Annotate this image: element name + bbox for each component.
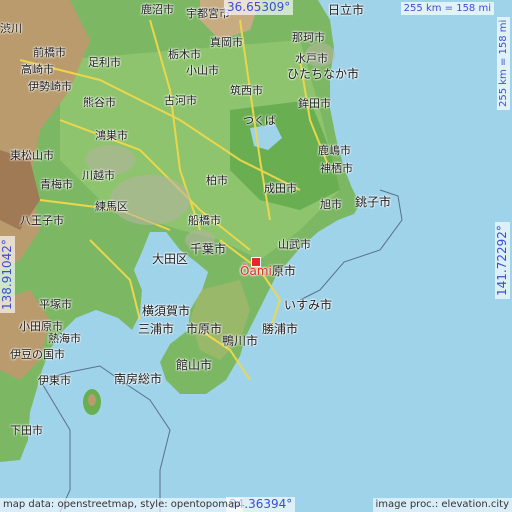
place-label-moka: 真岡市 [210,36,243,49]
place-label-kamogawa: 鴨川市 [222,334,259,348]
place-label-kashima: 鹿嶋市 [318,144,351,157]
place-label-choshi: 銚子市 [355,195,392,209]
highlight-suffix: 原市 [271,264,296,278]
place-label-mito: 水戸市 [295,52,328,65]
attribution-left: map data: openstreetmap, style: opentopo… [0,498,244,512]
place-label-minamiboso: 南房総市 [114,372,163,386]
place-label-miura: 三浦市 [138,322,175,336]
place-label-ashikaga: 足利市 [88,56,121,69]
place-label-naka: 那珂市 [292,31,325,44]
place-label-ichihara: 市原市 [186,322,223,336]
place-label-shimoda: 下田市 [10,424,43,437]
place-label-atami: 熱海市 [48,332,81,345]
place-label-hokota: 鉾田市 [298,97,331,110]
place-label-hitachinaka: ひたちなか市 [287,67,360,81]
place-label-ota: 大田区 [152,252,189,266]
place-label-tochigi: 栃木市 [168,48,201,61]
place-label-hitachi: 日立市 [328,3,365,17]
place-label-kanuma: 鹿沼市 [141,3,174,16]
coord-left: 138.91042° [0,236,15,313]
place-label-tateyama: 館山市 [176,358,213,372]
terrain-map [0,0,512,512]
place-label-hiratsuka: 平塚市 [39,298,72,311]
place-label-sanmu: 山武市 [278,238,311,251]
place-label-isesaki: 伊勢崎市 [28,80,72,93]
place-label-shibukawa: 渋川 [0,22,22,35]
place-label-maebashi: 前橋市 [33,46,66,59]
place-label-takasaki: 高崎市 [21,63,54,76]
place-label-narita: 成田市 [264,182,297,195]
coord-right: 141.72292° [495,222,510,299]
place-label-yokosuka: 横須賀市 [142,304,191,318]
place-label-kawagoe: 川越市 [82,169,115,182]
map-view[interactable]: 鹿沼市 宇都宮市 日立市 渋川 真岡市 那珂市 前橋市 足利市 栃木市 水戸市 … [0,0,512,512]
place-label-hachioji: 八王子市 [20,214,64,227]
place-label-higashimatsuyama: 東松山市 [10,149,54,162]
place-label-konosu: 鴻巣市 [95,129,128,142]
highlight-place-label[interactable]: Ōami原市 [240,262,296,279]
place-label-asahi: 旭市 [320,198,342,211]
place-label-oyama: 小山市 [186,64,219,77]
place-label-koga: 古河市 [164,94,197,107]
place-label-izunokuni: 伊豆の国市 [10,348,65,361]
place-label-ito: 伊東市 [38,374,71,387]
place-label-tsukuba: つくば [243,114,276,127]
place-label-kamisu: 神栖市 [320,162,353,175]
place-label-chikusei: 筑西市 [230,84,263,97]
attribution-right: image proc.: elevation.city [372,498,512,512]
place-label-isumi: いすみ市 [284,298,333,312]
place-label-katsuura: 勝浦市 [262,322,299,336]
scale-vertical: 255 km = 158 mi [497,16,510,110]
place-label-kumagaya: 熊谷市 [83,96,116,109]
scale-horizontal: 255 km = 158 mi [400,2,494,15]
place-label-ome: 青梅市 [40,178,73,191]
coord-top: 36.65309° [224,0,294,15]
place-label-funabashi: 船橋市 [188,214,221,227]
place-label-kashiwa: 柏市 [206,174,228,187]
place-label-chiba: 千葉市 [190,242,227,256]
place-label-nerima: 練馬区 [95,200,128,213]
highlight-name: Ōami [240,264,272,278]
